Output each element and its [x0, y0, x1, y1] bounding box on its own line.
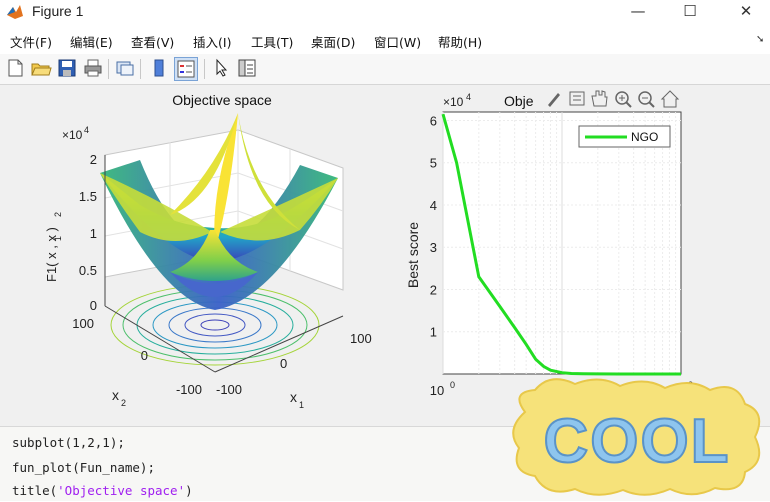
matlab-logo-icon [7, 5, 23, 19]
menu-file[interactable]: 文件(F) [10, 32, 52, 51]
x2-axis-label-subscript: 2 [121, 398, 126, 408]
x1-axis-label: x [290, 389, 297, 405]
x1-tick-label: 0 [280, 356, 287, 371]
y-tick-label: 2 [430, 282, 437, 297]
y-tick-label: 4 [430, 198, 437, 213]
z-multiplier-exponent: 4 [84, 125, 89, 135]
menu-overflow-arrow-icon[interactable]: ➘ [756, 34, 764, 45]
z-tick-label: 1.5 [79, 189, 97, 204]
right-axes: Obje ×10 4 Best score 123456 100101102 N… [405, 88, 693, 398]
y-tick-label: 3 [430, 240, 437, 255]
y-tick-label: 6 [430, 113, 437, 128]
z-tick-label: 0 [90, 298, 97, 313]
window-title: Figure 1 [32, 3, 84, 19]
y-tick-label: 1 [430, 325, 437, 340]
y-tick-labels: 1 2 3 4 5 6 [430, 113, 437, 339]
legend-label: NGO [631, 130, 658, 144]
axes-toolbar [540, 88, 685, 110]
menu-edit[interactable]: 编辑(E) [70, 32, 113, 51]
open-file-icon[interactable] [30, 57, 52, 79]
x2-tick-label: 100 [72, 316, 94, 331]
cool-sticker: COOL [512, 378, 761, 496]
x2-axis-label: x [112, 387, 119, 403]
print-icon[interactable] [82, 57, 104, 79]
close-button[interactable]: ✕ [726, 0, 766, 24]
maximize-button[interactable]: ☐ [670, 0, 710, 24]
x2-tick-label: 0 [141, 348, 148, 363]
code-line-1: subplot(1,2,1); [12, 435, 125, 450]
legend: NGO [578, 125, 671, 148]
code-line-2: fun_plot(Fun_name); [12, 460, 155, 475]
z-tick-label: 0.5 [79, 263, 97, 278]
minimize-button[interactable]: — [618, 0, 658, 24]
figure-toolbar [0, 54, 770, 85]
toolbar-separator [140, 59, 141, 79]
z-axis-label: F1( x , x ) 1 2 [44, 212, 63, 282]
menu-view[interactable]: 查看(V) [131, 32, 174, 51]
menu-tools[interactable]: 工具(T) [251, 32, 293, 51]
svg-text:1: 1 [53, 236, 63, 241]
colorbar-icon[interactable] [148, 57, 170, 79]
left-3d-axes: Objective space ×10 4 2 1.5 1 0.5 0 F1(… [44, 92, 372, 410]
x2-tick-label: -100 [176, 382, 202, 397]
x-tick-exponent: 0 [450, 380, 455, 390]
legend-icon[interactable] [174, 57, 198, 81]
menu-bar: 文件(F) 编辑(E) 查看(V) 插入(I) 工具(T) 桌面(D) 窗口(W… [0, 28, 770, 52]
property-editor-icon[interactable] [236, 57, 258, 79]
menu-insert[interactable]: 插入(I) [193, 32, 231, 51]
y-axis-label: Best score [405, 222, 421, 288]
pointer-icon[interactable] [210, 57, 232, 79]
left-plot-title: Objective space [172, 92, 272, 108]
y-tick-label: 5 [430, 156, 437, 171]
svg-text:2: 2 [53, 212, 63, 217]
x1-tick-label: -100 [216, 382, 242, 397]
right-plot-title: Obje [504, 93, 534, 109]
toolbar-separator [108, 59, 109, 79]
link-icon[interactable] [114, 57, 136, 79]
code-line-3: title('Objective space') [12, 483, 193, 498]
z-multiplier: ×10 [62, 128, 83, 142]
sticker-text: COOL [543, 407, 730, 476]
z-tick-label: 1 [90, 226, 97, 241]
y-multiplier: ×10 [443, 95, 464, 109]
save-icon[interactable] [56, 57, 78, 79]
y-multiplier-exponent: 4 [466, 92, 471, 102]
menu-help[interactable]: 帮助(H) [438, 32, 482, 51]
menu-window[interactable]: 窗口(W) [374, 32, 421, 51]
z-tick-label: 2 [90, 152, 97, 167]
x-tick-label: 10 [430, 383, 444, 398]
x1-tick-label: 100 [350, 331, 372, 346]
new-figure-icon[interactable] [4, 57, 26, 79]
title-bar: Figure 1 — ☐ ✕ [0, 0, 770, 26]
menu-desktop[interactable]: 桌面(D) [311, 32, 355, 51]
svg-text:F1( x , x ): F1( x , x ) [44, 227, 59, 282]
toolbar-separator [204, 59, 205, 79]
x1-axis-label-subscript: 1 [299, 400, 304, 410]
